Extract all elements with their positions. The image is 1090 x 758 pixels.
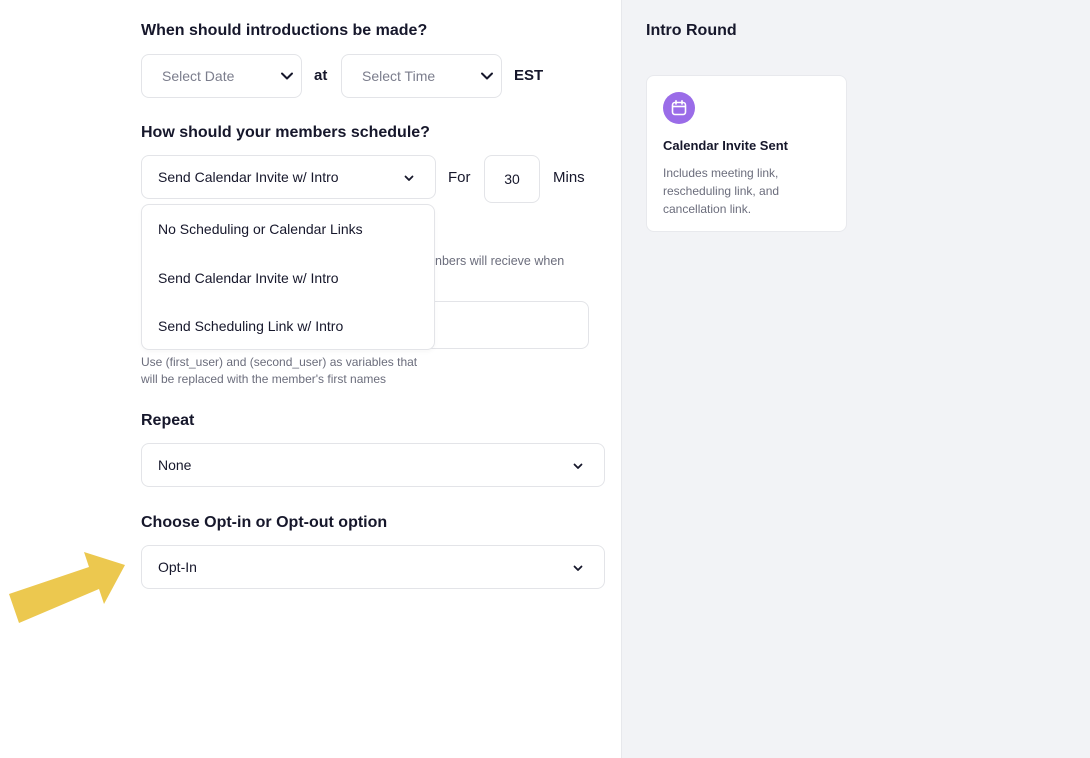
dropdown-option-calendar-invite[interactable]: Send Calendar Invite w/ Intro bbox=[158, 270, 339, 286]
duration-input[interactable]: 30 bbox=[484, 155, 540, 203]
duration-value: 30 bbox=[504, 171, 520, 187]
card-title: Calendar Invite Sent bbox=[663, 138, 788, 153]
optin-select-value: Opt-In bbox=[158, 559, 197, 575]
for-label: For bbox=[448, 169, 471, 186]
time-select[interactable]: Select Time bbox=[341, 54, 502, 98]
preview-card: Calendar Invite Sent Includes meeting li… bbox=[646, 75, 847, 232]
chevron-down-icon bbox=[572, 460, 584, 472]
form-panel: When should introductions be made? Selec… bbox=[0, 0, 621, 758]
dropdown-option-scheduling-link[interactable]: Send Scheduling Link w/ Intro bbox=[158, 318, 343, 334]
date-select-placeholder: Select Date bbox=[162, 68, 235, 84]
schedule-select-value: Send Calendar Invite w/ Intro bbox=[158, 169, 339, 185]
schedule-heading: How should your members schedule? bbox=[141, 124, 430, 141]
optin-select[interactable]: Opt-In bbox=[141, 545, 605, 589]
chevron-down-icon bbox=[572, 562, 584, 574]
annotation-arrow-icon bbox=[9, 552, 125, 623]
variables-hint-line2: will be replaced with the member's first… bbox=[141, 372, 387, 386]
variables-hint-line1: Use (first_user) and (second_user) as va… bbox=[141, 355, 418, 369]
calendar-icon bbox=[663, 92, 695, 124]
timezone-label: EST bbox=[514, 67, 544, 84]
card-description: Includes meeting link, rescheduling link… bbox=[663, 166, 780, 216]
repeat-select[interactable]: None bbox=[141, 443, 605, 487]
repeat-select-value: None bbox=[158, 457, 192, 473]
schedule-dropdown-menu: No Scheduling or Calendar Links Send Cal… bbox=[141, 204, 435, 350]
repeat-heading: Repeat bbox=[141, 412, 195, 429]
duration-unit-label: Mins bbox=[553, 169, 585, 186]
introductions-heading: When should introductions be made? bbox=[141, 22, 428, 39]
optin-heading: Choose Opt-in or Opt-out option bbox=[141, 514, 388, 531]
chevron-down-icon bbox=[480, 69, 494, 83]
chevron-down-icon bbox=[403, 172, 415, 184]
email-description-partial: nbers will recieve when bbox=[435, 254, 565, 268]
dropdown-option-no-scheduling[interactable]: No Scheduling or Calendar Links bbox=[158, 221, 363, 237]
time-select-placeholder: Select Time bbox=[362, 68, 436, 84]
intro-round-heading: Intro Round bbox=[646, 22, 737, 39]
chevron-down-icon bbox=[280, 69, 294, 83]
schedule-select[interactable]: Send Calendar Invite w/ Intro bbox=[141, 155, 436, 199]
at-label: at bbox=[314, 67, 328, 84]
date-select[interactable]: Select Date bbox=[141, 54, 302, 98]
